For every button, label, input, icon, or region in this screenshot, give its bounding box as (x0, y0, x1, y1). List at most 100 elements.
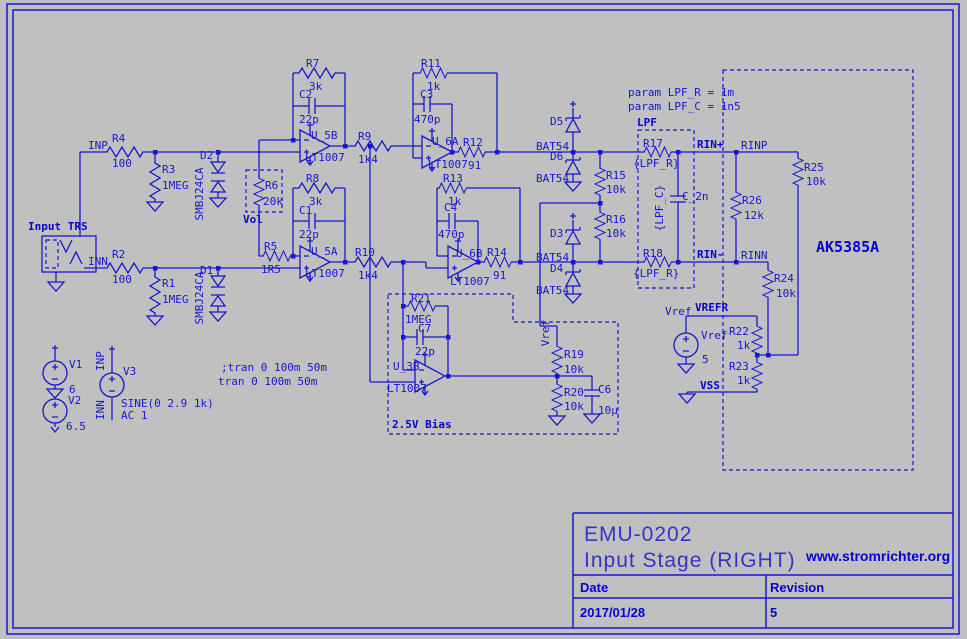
chip-name[interactable]: AK5385A (816, 238, 879, 256)
label-r6[interactable]: R6 (265, 179, 278, 192)
value-c4[interactable]: 470p (438, 228, 465, 241)
label-r24[interactable]: R24 (774, 272, 794, 285)
label-c7[interactable]: C7 (418, 322, 431, 335)
label-d6[interactable]: D6 (550, 150, 563, 163)
value-c2[interactable]: 22p (299, 113, 319, 126)
label-r7[interactable]: R7 (306, 57, 319, 70)
label-bias-box[interactable]: 2.5V Bias (392, 418, 452, 431)
label-u6b[interactable]: U_6B (456, 247, 483, 260)
value-c1[interactable]: 22p (299, 228, 319, 241)
value-r22[interactable]: 1k (737, 339, 751, 352)
value-r10[interactable]: 1k4 (358, 269, 378, 282)
directive-tran-comment[interactable]: ;tran 0 100m 50m (221, 361, 327, 374)
schottky-D3[interactable] (566, 227, 580, 244)
value-r1[interactable]: 1MEG (162, 293, 189, 306)
label-r14[interactable]: R14 (487, 246, 507, 259)
resistor-R26[interactable] (731, 190, 741, 220)
part-d6[interactable]: BAT54 (536, 172, 569, 185)
value-r24[interactable]: 10k (776, 287, 796, 300)
label-r12[interactable]: R12 (463, 136, 483, 149)
value-v2[interactable]: 6.5 (66, 420, 86, 433)
value-r25[interactable]: 10k (806, 175, 826, 188)
label-r15[interactable]: R15 (606, 169, 626, 182)
pin-rinp[interactable]: RINP (741, 139, 768, 152)
value-r12[interactable]: 91 (468, 159, 481, 172)
directive-param-c[interactable]: param LPF_C = 1n5 (628, 100, 741, 113)
resistor-R16[interactable] (595, 210, 605, 240)
label-r18[interactable]: R18 (643, 247, 663, 260)
tvs-diode-D1[interactable] (211, 276, 225, 306)
label-d3[interactable]: D3 (550, 227, 563, 240)
net-vss[interactable]: VSS (700, 379, 720, 392)
label-d2[interactable]: D2 (200, 149, 213, 162)
label-r11[interactable]: R11 (421, 57, 441, 70)
vsource-V1[interactable] (43, 361, 67, 385)
label-r10[interactable]: R10 (355, 246, 375, 259)
resistor-R4[interactable] (104, 147, 144, 157)
label-c2n[interactable]: C_2n (682, 190, 709, 203)
label-r16[interactable]: R16 (606, 213, 626, 226)
label-r21[interactable]: R21 (411, 292, 431, 305)
resistor-R25[interactable] (793, 156, 803, 186)
label-r13[interactable]: R13 (443, 172, 463, 185)
schottky-D5[interactable] (566, 115, 580, 132)
part-u6a[interactable]: LT1007 (428, 158, 468, 171)
value-r3[interactable]: 1MEG (162, 179, 189, 192)
net-v3-inp[interactable]: INP (94, 351, 107, 371)
value-vref-source[interactable]: 5 (702, 353, 709, 366)
part-u3b[interactable]: LT1007 (387, 382, 427, 395)
net-r19-vref[interactable]: Vref (539, 320, 552, 347)
value-r15[interactable]: 10k (606, 183, 626, 196)
part-u6b[interactable]: LT1007 (450, 275, 490, 288)
part-d1[interactable]: SMBJ24CA (193, 271, 206, 324)
label-v3[interactable]: V3 (123, 365, 136, 378)
wire-net[interactable] (51, 73, 798, 432)
value-r9[interactable]: 1k4 (358, 153, 378, 166)
value-c6[interactable]: 10µ (598, 404, 618, 417)
net-vrefr[interactable]: VREFR (695, 301, 728, 314)
value-r17[interactable]: {LPF_R} (633, 157, 679, 170)
net-inn[interactable]: INN (88, 255, 108, 268)
label-u3b[interactable]: U_3B (393, 360, 420, 373)
value-r5[interactable]: 1R5 (261, 263, 281, 276)
value-r14[interactable]: 91 (493, 269, 506, 282)
label-r20[interactable]: R20 (564, 386, 584, 399)
part-u5b[interactable]: LT1007 (305, 151, 345, 164)
label-r4[interactable]: R4 (112, 132, 126, 145)
label-r9[interactable]: R9 (358, 130, 371, 143)
value-c7[interactable]: 22p (415, 345, 435, 358)
resistor-R1[interactable] (150, 274, 160, 314)
label-r8[interactable]: R8 (306, 172, 319, 185)
label-r3[interactable]: R3 (162, 163, 175, 176)
schematic-canvas[interactable]: Input TRS INP INN R4 100 R2 100 R3 1MEG … (0, 0, 967, 639)
directive-tran[interactable]: tran 0 100m 50m (218, 375, 318, 388)
vsource-V2[interactable] (43, 399, 67, 423)
resistor-R20[interactable] (552, 382, 562, 412)
resistor-R22[interactable] (752, 324, 762, 354)
label-r25[interactable]: R25 (804, 161, 824, 174)
label-r2[interactable]: R2 (112, 248, 125, 261)
part-d2[interactable]: SMBJ24CA (193, 167, 206, 220)
net-inp[interactable]: INP (88, 139, 108, 152)
value-v3-ac[interactable]: AC 1 (121, 409, 148, 422)
label-d4[interactable]: D4 (550, 262, 564, 275)
part-d4[interactable]: BAT54 (536, 284, 569, 297)
label-r5[interactable]: R5 (264, 240, 277, 253)
label-r22[interactable]: R22 (729, 325, 749, 338)
value-r23[interactable]: 1k (737, 374, 751, 387)
label-vol[interactable]: Vol (243, 213, 263, 226)
part-u5a[interactable]: LT1007 (305, 267, 345, 280)
value-r19[interactable]: 10k (564, 363, 584, 376)
label-lpf[interactable]: LPF (637, 116, 657, 129)
resistor-R15[interactable] (595, 166, 605, 196)
value-c3[interactable]: 470p (414, 113, 441, 126)
label-c1[interactable]: C1 (299, 204, 312, 217)
value-r6[interactable]: 20k (263, 195, 283, 208)
label-c6[interactable]: C6 (598, 383, 611, 396)
label-r19[interactable]: R19 (564, 348, 584, 361)
resistor-R24[interactable] (763, 268, 773, 298)
tvs-diode-D2[interactable] (211, 162, 225, 192)
value-r26[interactable]: 12k (744, 209, 764, 222)
value-c2n[interactable]: {LPF_C} (653, 185, 666, 231)
vsource-Vref[interactable] (674, 333, 698, 357)
